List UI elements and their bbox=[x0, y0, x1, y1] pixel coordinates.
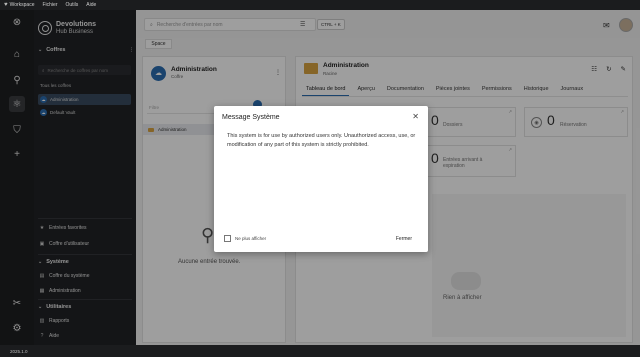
version-label: 2025.1.0 bbox=[10, 348, 28, 354]
checkbox-label: Ne plus afficher bbox=[235, 236, 267, 241]
status-bar: 2025.1.0 bbox=[0, 345, 640, 357]
dialog-title: Message Système bbox=[222, 114, 280, 121]
dialog-message: This system is for use by authorized use… bbox=[227, 133, 416, 148]
title-bar: ♥ Workspace Fichier Outils Aide bbox=[0, 0, 640, 10]
app-heart-icon: ♥ bbox=[4, 2, 8, 8]
system-message-dialog: Message Système ✕ This system is for use… bbox=[214, 106, 428, 252]
close-icon[interactable]: ✕ bbox=[412, 112, 419, 121]
app-title: Workspace bbox=[9, 2, 35, 8]
menu-tools[interactable]: Outils bbox=[66, 2, 79, 8]
dont-show-again-checkbox[interactable]: Ne plus afficher bbox=[224, 235, 266, 242]
checkbox-box[interactable] bbox=[224, 235, 231, 242]
menu-help[interactable]: Aide bbox=[86, 2, 96, 8]
close-button[interactable]: Fermer bbox=[396, 236, 412, 242]
menu-file[interactable]: Fichier bbox=[42, 2, 57, 8]
